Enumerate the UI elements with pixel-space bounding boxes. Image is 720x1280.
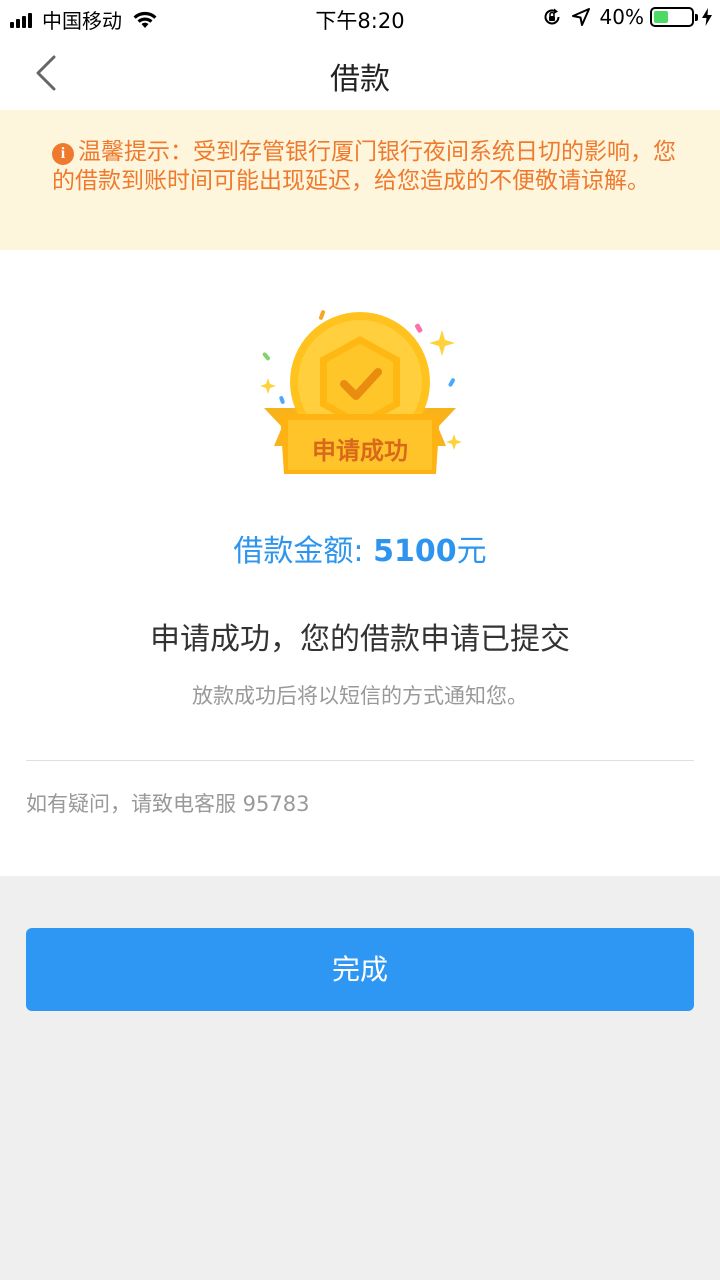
notice-banner: i 温馨提示：受到存管银行厦门银行夜间系统日切的影响，您的借款到账时间可能出现延迟… — [0, 110, 720, 250]
status-bar: 中国移动 下午8:20 40% — [0, 0, 720, 36]
loan-amount-value: 5100 — [373, 534, 457, 569]
info-icon: i — [52, 143, 74, 165]
nav-bar: 借款 — [0, 36, 720, 110]
battery-percent: 40% — [599, 5, 644, 29]
charging-icon — [702, 8, 712, 26]
result-subtitle: 放款成功后将以短信的方式通知您。 — [192, 684, 528, 708]
battery-icon — [650, 7, 698, 27]
result-title: 申请成功，您的借款申请已提交 — [150, 622, 570, 657]
badge-label: 申请成功 — [312, 437, 408, 465]
location-icon — [571, 8, 590, 26]
page-title: 借款 — [330, 62, 390, 97]
customer-service-hint: 如有疑问，请致电客服 95783 — [26, 792, 310, 816]
loan-amount-unit: 元 — [456, 534, 487, 569]
loan-amount: 借款金额: 5100元 — [0, 526, 720, 570]
notice-text: 温馨提示：受到存管银行厦门银行夜间系统日切的影响，您的借款到账时间可能出现延迟，… — [52, 139, 676, 194]
orientation-lock-icon — [544, 8, 560, 25]
success-medal-icon: 申请成功 — [260, 310, 462, 474]
loan-amount-label: 借款金额: — [233, 534, 374, 569]
done-button[interactable]: 完成 — [26, 928, 694, 1011]
divider — [26, 760, 694, 761]
